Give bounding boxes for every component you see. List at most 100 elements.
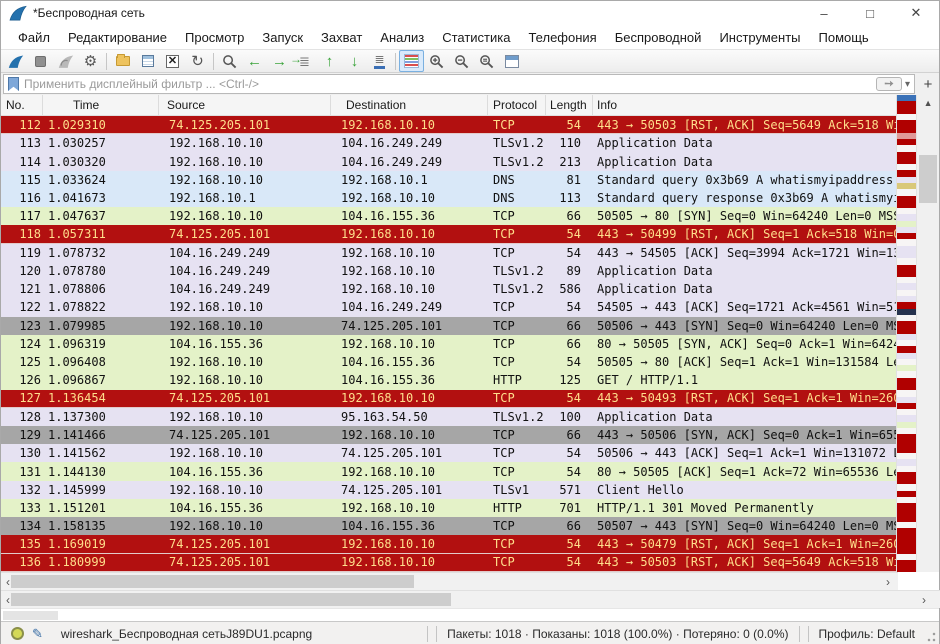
next-packet-icon[interactable]: → xyxy=(267,50,292,72)
capture-options-icon[interactable]: ⚙ xyxy=(78,50,103,72)
scroll-right-arrow-icon[interactable]: › xyxy=(881,573,895,590)
packet-row[interactable]: 125 1.096408 192.168.10.10 104.16.155.36… xyxy=(1,353,896,371)
packet-row[interactable]: 117 1.047637 192.168.10.10 104.16.155.36… xyxy=(1,207,896,225)
start-capture-icon[interactable] xyxy=(3,50,28,72)
detail-pane-hscrollbar[interactable]: ‹ › xyxy=(1,590,940,608)
column-header[interactable]: Info xyxy=(593,95,896,115)
packet-row[interactable]: 134 1.158135 192.168.10.10 104.16.155.36… xyxy=(1,517,896,535)
menu-item[interactable]: Файл xyxy=(9,27,59,48)
apply-filter-button[interactable]: ➙ xyxy=(876,77,902,91)
column-header[interactable]: Time xyxy=(43,95,159,115)
scroll-up-arrow-icon[interactable]: ▲ xyxy=(917,95,939,111)
packet-row[interactable]: 114 1.030320 192.168.10.10 104.16.249.24… xyxy=(1,152,896,170)
packet-row[interactable]: 135 1.169019 74.125.205.101 192.168.10.1… xyxy=(1,535,896,553)
packet-row[interactable]: 112 1.029310 74.125.205.101 192.168.10.1… xyxy=(1,116,896,134)
menu-item[interactable]: Помощь xyxy=(810,27,878,48)
packet-protocol: HTTP xyxy=(488,373,546,387)
find-packet-icon[interactable] xyxy=(217,50,242,72)
column-header[interactable]: Source xyxy=(159,95,331,115)
column-header[interactable]: No. xyxy=(1,95,43,115)
packet-no: 126 xyxy=(1,373,43,387)
menu-item[interactable]: Беспроводной xyxy=(606,27,711,48)
window-title: *Беспроводная сеть xyxy=(33,6,145,20)
capture-comment-icon[interactable]: ✎ xyxy=(32,626,43,642)
menu-item[interactable]: Телефония xyxy=(519,27,605,48)
packet-destination: 192.168.10.10 xyxy=(331,246,488,260)
packet-no: 122 xyxy=(1,300,43,314)
column-header[interactable]: Length xyxy=(546,95,593,115)
minimize-button[interactable]: – xyxy=(801,1,847,25)
filter-bookmark-icon[interactable] xyxy=(8,77,19,91)
packet-protocol: TCP xyxy=(488,391,546,405)
column-header[interactable]: Destination xyxy=(331,95,488,115)
packet-row[interactable]: 118 1.057311 74.125.205.101 192.168.10.1… xyxy=(1,225,896,243)
restart-capture-icon[interactable] xyxy=(53,50,78,72)
packet-row[interactable]: 122 1.078822 192.168.10.10 104.16.249.24… xyxy=(1,298,896,316)
packet-row[interactable]: 126 1.096867 192.168.10.10 104.16.155.36… xyxy=(1,371,896,389)
packet-row[interactable]: 131 1.144130 104.16.155.36 192.168.10.10… xyxy=(1,462,896,480)
packet-row[interactable]: 129 1.141466 74.125.205.101 192.168.10.1… xyxy=(1,426,896,444)
packet-row[interactable]: 128 1.137300 192.168.10.10 95.163.54.50 … xyxy=(1,408,896,426)
save-file-icon[interactable] xyxy=(135,50,160,72)
zoom-in-icon[interactable] xyxy=(424,50,449,72)
menu-item[interactable]: Просмотр xyxy=(176,27,253,48)
zoom-normal-icon[interactable] xyxy=(474,50,499,72)
scroll-right-arrow-icon[interactable]: › xyxy=(917,591,931,608)
resize-columns-icon[interactable] xyxy=(499,50,524,72)
packet-row[interactable]: 130 1.141562 192.168.10.10 74.125.205.10… xyxy=(1,444,896,462)
menu-item[interactable]: Статистика xyxy=(433,27,519,48)
packet-row[interactable]: 115 1.033624 192.168.10.10 192.168.10.1 … xyxy=(1,171,896,189)
packet-row[interactable]: 124 1.096319 104.16.155.36 192.168.10.10… xyxy=(1,335,896,353)
profile-label[interactable]: Профиль: Default xyxy=(819,627,916,641)
menu-item[interactable]: Захват xyxy=(312,27,371,48)
menu-item[interactable]: Запуск xyxy=(253,27,312,48)
packet-row[interactable]: 127 1.136454 74.125.205.101 192.168.10.1… xyxy=(1,390,896,408)
go-to-packet-icon[interactable]: ≣→ xyxy=(292,50,317,72)
packet-row[interactable]: 132 1.145999 192.168.10.10 74.125.205.10… xyxy=(1,481,896,499)
last-packet-icon[interactable]: ↓ xyxy=(342,50,367,72)
packet-row[interactable]: 123 1.079985 192.168.10.10 74.125.205.10… xyxy=(1,317,896,335)
wireshark-window: *Беспроводная сеть – □ ✕ ФайлРедактирова… xyxy=(0,0,940,644)
hscrollbar-thumb[interactable] xyxy=(11,575,414,588)
auto-scroll-icon[interactable]: ≣ xyxy=(367,50,392,72)
menu-item[interactable]: Анализ xyxy=(371,27,433,48)
stop-capture-icon[interactable] xyxy=(28,50,53,72)
vertical-scrollbar-thumb[interactable] xyxy=(919,155,937,203)
first-packet-icon[interactable]: ↑ xyxy=(317,50,342,72)
open-file-icon[interactable] xyxy=(110,50,135,72)
close-file-icon[interactable]: ✕ xyxy=(160,50,185,72)
vertical-scrollbar[interactable]: ▲ xyxy=(916,95,939,572)
reload-file-icon[interactable]: ↻ xyxy=(185,50,210,72)
maximize-button[interactable]: □ xyxy=(847,1,893,25)
packet-row[interactable]: 133 1.151201 104.16.155.36 192.168.10.10… xyxy=(1,499,896,517)
pane-splitter[interactable] xyxy=(1,608,939,621)
packet-list-hscrollbar[interactable]: ‹ › xyxy=(1,572,898,590)
resize-grip[interactable] xyxy=(925,625,937,643)
packet-row[interactable]: 120 1.078780 104.16.249.249 192.168.10.1… xyxy=(1,262,896,280)
display-filter-input[interactable] xyxy=(24,77,876,91)
menu-item[interactable]: Инструменты xyxy=(710,27,809,48)
packet-row[interactable]: 113 1.030257 192.168.10.10 104.16.249.24… xyxy=(1,134,896,152)
packet-row[interactable]: 136 1.180999 74.125.205.101 192.168.10.1… xyxy=(1,554,896,572)
packet-protocol: DNS xyxy=(488,191,546,205)
packet-source: 74.125.205.101 xyxy=(159,391,331,405)
expert-info-icon[interactable] xyxy=(11,627,24,640)
zoom-out-icon[interactable] xyxy=(449,50,474,72)
splitter-handle[interactable] xyxy=(3,611,58,620)
packet-no: 114 xyxy=(1,155,43,169)
packet-protocol: TCP xyxy=(488,337,546,351)
hscrollbar-thumb[interactable] xyxy=(11,593,451,606)
intelligent-scrollbar-minimap[interactable] xyxy=(896,95,916,572)
packet-row[interactable]: 121 1.078806 104.16.249.249 192.168.10.1… xyxy=(1,280,896,298)
close-button[interactable]: ✕ xyxy=(893,1,939,25)
column-header[interactable]: Protocol xyxy=(488,95,546,115)
add-filter-button[interactable]: + xyxy=(919,76,937,93)
packet-row[interactable]: 116 1.041673 192.168.10.1 192.168.10.10 … xyxy=(1,189,896,207)
colorize-packets-icon[interactable] xyxy=(399,50,424,72)
filter-dropdown-caret-icon[interactable]: ▾ xyxy=(905,79,910,90)
packet-row[interactable]: 119 1.078732 104.16.249.249 192.168.10.1… xyxy=(1,244,896,262)
menu-item[interactable]: Редактирование xyxy=(59,27,176,48)
packet-length: 54 xyxy=(546,227,593,241)
previous-packet-icon[interactable]: ← xyxy=(242,50,267,72)
packet-protocol: TLSv1.2 xyxy=(488,136,546,150)
